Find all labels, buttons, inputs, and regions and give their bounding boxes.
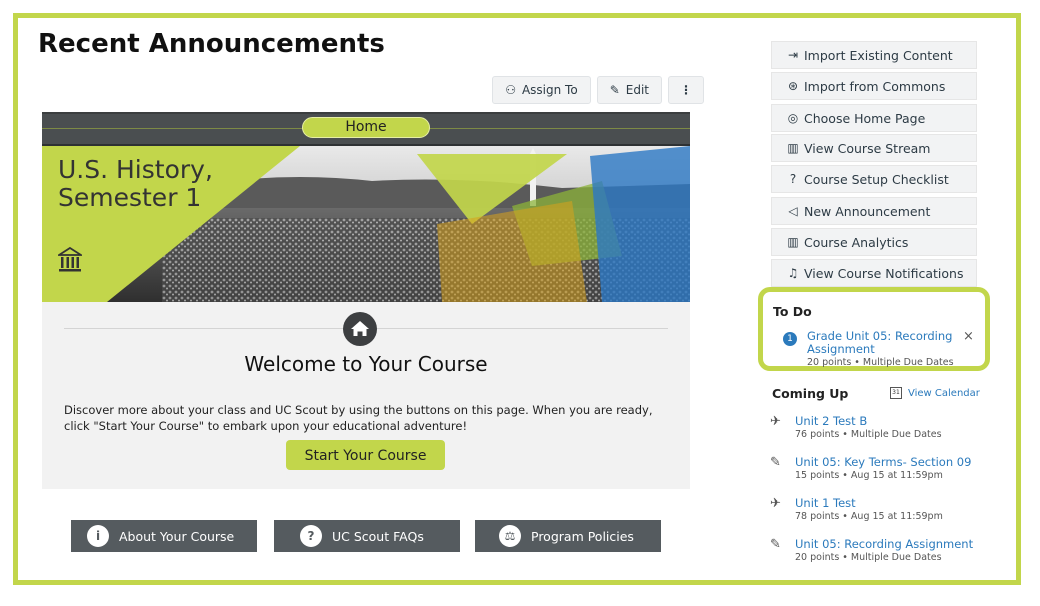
course-setup-checklist-button[interactable]: ? Course Setup Checklist [771,165,977,193]
view-calendar-label: View Calendar [908,387,980,399]
import-from-commons-button[interactable]: ⊛ Import from Commons [771,72,977,100]
todo-title: To Do [773,304,812,319]
todo-item-link[interactable]: Grade Unit 05: Recording Assignment [807,330,957,356]
coming-up-item-meta: 15 points • Aug 15 at 11:59pm [795,470,943,481]
course-hero-image: U.S. History, Semester 1 [42,146,690,302]
start-your-course-button[interactable]: Start Your Course [286,440,445,470]
edit-label: Edit [625,83,649,97]
program-policies-label: Program Policies [531,528,634,544]
info-icon: i [87,525,109,547]
bar-chart-icon: ▥ [787,235,799,249]
import-existing-content-button[interactable]: ⇥ Import Existing Content [771,41,977,69]
welcome-panel: Welcome to Your Course Discover more abo… [42,302,690,489]
coming-up-item-link[interactable]: Unit 1 Test [795,496,856,510]
question-circle-icon: ? [789,172,797,186]
todo-item-meta: 20 points • Multiple Due Dates [807,357,954,368]
import-from-commons-label: Import from Commons [804,78,946,94]
about-your-course-label: About Your Course [119,528,235,544]
assign-to-label: Assign To [521,83,578,97]
about-your-course-button[interactable]: i About Your Course [71,520,257,552]
welcome-text: Discover more about your class and UC Sc… [64,403,653,433]
coming-up-item-link[interactable]: Unit 05: Recording Assignment [795,537,973,551]
page-title: Recent Announcements [38,29,385,59]
choose-home-page-label: Choose Home Page [804,110,926,126]
scale-icon: ⚖ [499,525,521,547]
bell-icon: ♫ [787,266,799,280]
welcome-heading: Welcome to Your Course [244,352,488,376]
course-analytics-label: Course Analytics [804,234,909,250]
assignment-icon: ✎ [770,455,781,470]
question-icon: ? [300,525,322,547]
commons-icon: ⊛ [787,79,799,93]
edit-button[interactable]: ✎ Edit [596,76,662,104]
view-course-stream-label: View Course Stream [804,140,931,156]
home-banner-bar: Home [42,112,690,146]
calendar-icon: 31 [890,387,902,399]
program-policies-button[interactable]: ⚖ Program Policies [475,520,661,552]
rocket-icon: ✈ [770,414,781,429]
course-home-frame: Recent Announcements ⚇ Assign To ✎ Edit … [13,13,1021,585]
uc-scout-faqs-label: UC Scout FAQs [332,528,424,544]
assign-to-button[interactable]: ⚇ Assign To [492,76,591,104]
coming-up-item-meta: 76 points • Multiple Due Dates [795,429,942,440]
assignment-icon: ✎ [770,537,781,552]
close-icon[interactable]: × [963,329,974,344]
target-icon: ◎ [787,111,799,125]
announcement-toolbar: ⚇ Assign To ✎ Edit ⋮ [492,76,704,104]
course-title: U.S. History, Semester 1 [58,156,213,212]
course-title-line1: U.S. History, [58,155,213,184]
view-course-stream-button[interactable]: ▥ View Course Stream [771,134,977,162]
course-analytics-button[interactable]: ▥ Course Analytics [771,228,977,256]
bar-chart-icon: ▥ [787,141,799,155]
view-course-notifications-label: View Course Notifications [804,265,964,281]
assign-icon: ⚇ [505,83,516,97]
pencil-icon: ✎ [609,83,620,97]
home-pill[interactable]: Home [302,117,430,138]
home-icon [343,312,377,346]
coming-up-item-meta: 20 points • Multiple Due Dates [795,552,942,563]
new-announcement-label: New Announcement [804,203,931,219]
more-options-button[interactable]: ⋮ [668,76,704,104]
rocket-icon: ✈ [770,496,781,511]
bank-icon [58,246,82,272]
todo-panel: To Do 1 Grade Unit 05: Recording Assignm… [758,287,990,371]
coming-up-item-link[interactable]: Unit 05: Key Terms- Section 09 [795,455,971,469]
choose-home-page-button[interactable]: ◎ Choose Home Page [771,104,977,132]
course-title-line2: Semester 1 [58,183,202,212]
new-announcement-button[interactable]: ◁ New Announcement [771,197,977,225]
course-setup-checklist-label: Course Setup Checklist [804,171,949,187]
coming-up-item-meta: 78 points • Aug 15 at 11:59pm [795,511,943,522]
megaphone-icon: ◁ [788,204,798,218]
todo-count-badge: 1 [783,332,797,346]
coming-up-title: Coming Up [772,386,849,401]
coming-up-item-link[interactable]: Unit 2 Test B [795,414,867,428]
import-existing-content-label: Import Existing Content [804,47,953,63]
import-icon: ⇥ [787,48,799,62]
view-calendar-link[interactable]: 31 View Calendar [890,387,980,399]
uc-scout-faqs-button[interactable]: ? UC Scout FAQs [274,520,460,552]
kebab-icon: ⋮ [680,83,692,97]
view-course-notifications-button[interactable]: ♫ View Course Notifications [771,259,977,287]
